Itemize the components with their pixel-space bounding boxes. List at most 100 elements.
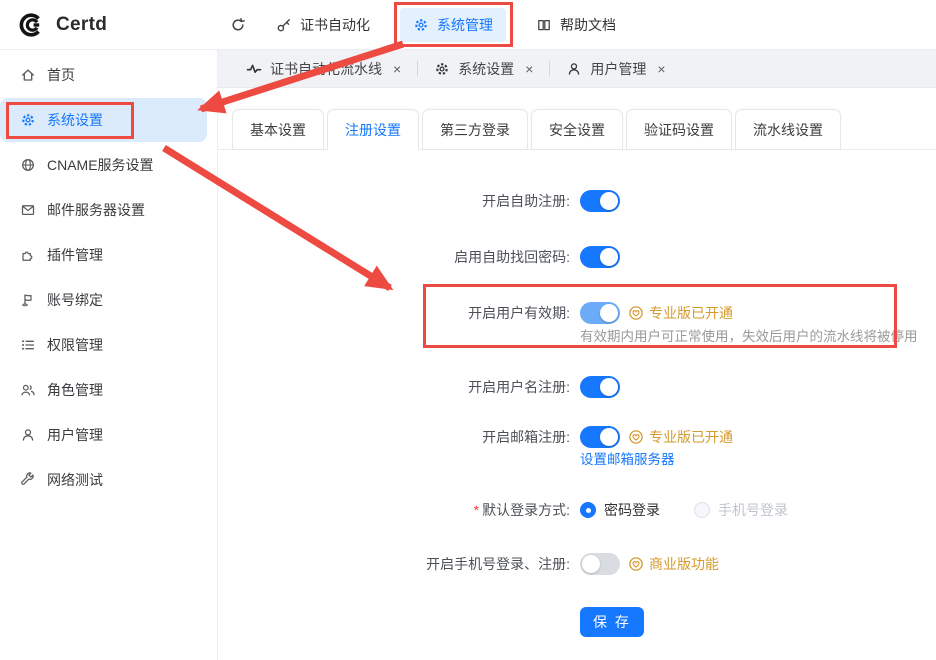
user-validity-helper: 有效期内用户可正常使用，失效后用户的流水线将被停用 <box>580 327 936 346</box>
sidebar-item-network-test[interactable]: 网络测试 <box>0 458 207 502</box>
open-tab-label: 用户管理 <box>590 59 646 79</box>
sidebar-item-mail-server[interactable]: 邮件服务器设置 <box>0 188 207 232</box>
sidebar-item-users[interactable]: 用户管理 <box>0 413 207 457</box>
flag-icon <box>20 292 36 308</box>
sidebar-item-roles[interactable]: 角色管理 <box>0 368 207 412</box>
app-title: Certd <box>56 14 107 36</box>
badge-label: 专业版已开通 <box>649 303 733 323</box>
nav-label: 系统管理 <box>437 15 493 35</box>
field-label: *默认登录方式: <box>218 499 578 521</box>
vip-badge-icon <box>628 305 644 321</box>
open-tab-label: 系统设置 <box>458 59 514 79</box>
certd-admin-screen: Certd 证书自动化 系统管理 <box>0 0 936 660</box>
vip-badge-icon <box>628 429 644 445</box>
sidebar-item-system-settings[interactable]: 系统设置 <box>0 98 207 142</box>
team-icon <box>20 382 36 398</box>
self-register-toggle[interactable] <box>580 190 620 212</box>
field-label: 开启用户名注册: <box>218 376 578 398</box>
username-register-toggle[interactable] <box>580 376 620 398</box>
pulse-icon <box>246 61 262 77</box>
tab-security-settings[interactable]: 安全设置 <box>531 109 623 150</box>
radio-disabled-icon <box>694 502 710 518</box>
sidebar-item-plugins[interactable]: 插件管理 <box>0 233 207 277</box>
close-icon[interactable]: × <box>525 62 533 76</box>
sidebar-item-home[interactable]: 首页 <box>0 53 207 97</box>
list-icon <box>20 337 36 353</box>
phone-login-toggle[interactable] <box>580 553 620 575</box>
key-icon <box>276 17 292 33</box>
sidebar-item-label: 权限管理 <box>47 335 103 355</box>
field-label: 启用自助找回密码: <box>218 246 578 268</box>
globe-icon <box>20 157 36 173</box>
logo[interactable]: Certd <box>0 11 218 39</box>
refresh-icon <box>230 17 246 33</box>
form-row-user-validity: 开启用户有效期: 专业版已开通 有效期内用户可正常使用，失效后用户的流水线将被停… <box>218 302 936 346</box>
field-label: 开启邮箱注册: <box>218 426 578 448</box>
vip-badge-icon <box>628 556 644 572</box>
sidebar-item-label: 网络测试 <box>47 470 103 490</box>
pro-version-badge: 专业版已开通 <box>628 427 733 447</box>
wrench-icon <box>20 472 36 488</box>
sidebar-item-label: 系统设置 <box>47 110 103 130</box>
main-content: 基本设置 注册设置 第三方登录 安全设置 验证码设置 流水线设置 开启自助注册:… <box>218 88 936 660</box>
field-label: 开启用户有效期: <box>218 302 578 324</box>
user-icon <box>20 427 36 443</box>
open-tabs-strip: 证书自动化流水线 × 系统设置 × 用户管理 × <box>218 50 936 88</box>
tab-pipeline-settings[interactable]: 流水线设置 <box>735 109 841 150</box>
radio-phone-login[interactable]: 手机号登录 <box>694 500 788 520</box>
radio-label: 密码登录 <box>604 500 660 520</box>
book-icon <box>536 17 552 33</box>
close-icon[interactable]: × <box>393 62 401 76</box>
radio-label: 手机号登录 <box>718 500 788 520</box>
nav-system-management[interactable]: 系统管理 <box>400 8 506 42</box>
sidebar-item-permissions[interactable]: 权限管理 <box>0 323 207 367</box>
close-icon[interactable]: × <box>657 62 665 76</box>
top-nav: 证书自动化 系统管理 帮助文档 <box>230 8 616 42</box>
form-row-self-register: 开启自助注册: <box>218 190 936 212</box>
open-tab-system-settings[interactable]: 系统设置 × <box>418 50 549 87</box>
sidebar-item-label: 邮件服务器设置 <box>47 200 145 220</box>
nav-help-docs[interactable]: 帮助文档 <box>536 15 616 35</box>
certd-logo-icon <box>17 11 45 39</box>
sidebar-item-label: 首页 <box>47 65 75 85</box>
radio-checked-icon[interactable] <box>580 502 596 518</box>
gear-icon <box>20 112 36 128</box>
open-tab-pipeline[interactable]: 证书自动化流水线 × <box>230 50 417 87</box>
puzzle-icon <box>20 247 36 263</box>
setup-mail-server-link[interactable]: 设置邮箱服务器 <box>580 450 675 469</box>
form-row-username-register: 开启用户名注册: <box>218 376 936 398</box>
sidebar-item-label: 用户管理 <box>47 425 103 445</box>
required-asterisk: * <box>474 502 479 518</box>
nav-cert-automation[interactable]: 证书自动化 <box>276 15 370 35</box>
pro-version-badge: 专业版已开通 <box>628 303 733 323</box>
radio-password-login[interactable]: 密码登录 <box>580 500 660 520</box>
sidebar-item-label: 账号绑定 <box>47 290 103 310</box>
gear-icon <box>413 17 429 33</box>
gear-icon <box>434 61 450 77</box>
form-row-phone-login: 开启手机号登录、注册: 商业版功能 <box>218 553 936 575</box>
mail-icon <box>20 202 36 218</box>
user-validity-toggle[interactable] <box>580 302 620 324</box>
tab-captcha-settings[interactable]: 验证码设置 <box>626 109 732 150</box>
email-register-toggle[interactable] <box>580 426 620 448</box>
save-button[interactable]: 保 存 <box>580 607 644 637</box>
tab-third-party-login[interactable]: 第三方登录 <box>422 109 528 150</box>
nav-label: 证书自动化 <box>300 15 370 35</box>
sidebar: 首页 系统设置 CNAME服务设置 邮件服务器设置 <box>0 50 218 660</box>
open-tab-users[interactable]: 用户管理 × <box>550 50 681 87</box>
home-icon <box>20 67 36 83</box>
sidebar-item-label: CNAME服务设置 <box>47 155 154 175</box>
open-tab-label: 证书自动化流水线 <box>270 59 382 79</box>
tab-basic-settings[interactable]: 基本设置 <box>232 109 324 150</box>
sidebar-item-account-binding[interactable]: 账号绑定 <box>0 278 207 322</box>
sidebar-item-cname-settings[interactable]: CNAME服务设置 <box>0 143 207 187</box>
tab-register-settings[interactable]: 注册设置 <box>327 109 419 150</box>
refresh-button[interactable] <box>230 17 246 33</box>
password-recovery-toggle[interactable] <box>580 246 620 268</box>
badge-label: 商业版功能 <box>649 554 719 574</box>
form-row-password-recovery: 启用自助找回密码: <box>218 246 936 268</box>
field-label: 开启手机号登录、注册: <box>218 553 578 575</box>
app-header: Certd 证书自动化 系统管理 <box>0 0 936 50</box>
sidebar-item-label: 插件管理 <box>47 245 103 265</box>
nav-label: 帮助文档 <box>560 15 616 35</box>
